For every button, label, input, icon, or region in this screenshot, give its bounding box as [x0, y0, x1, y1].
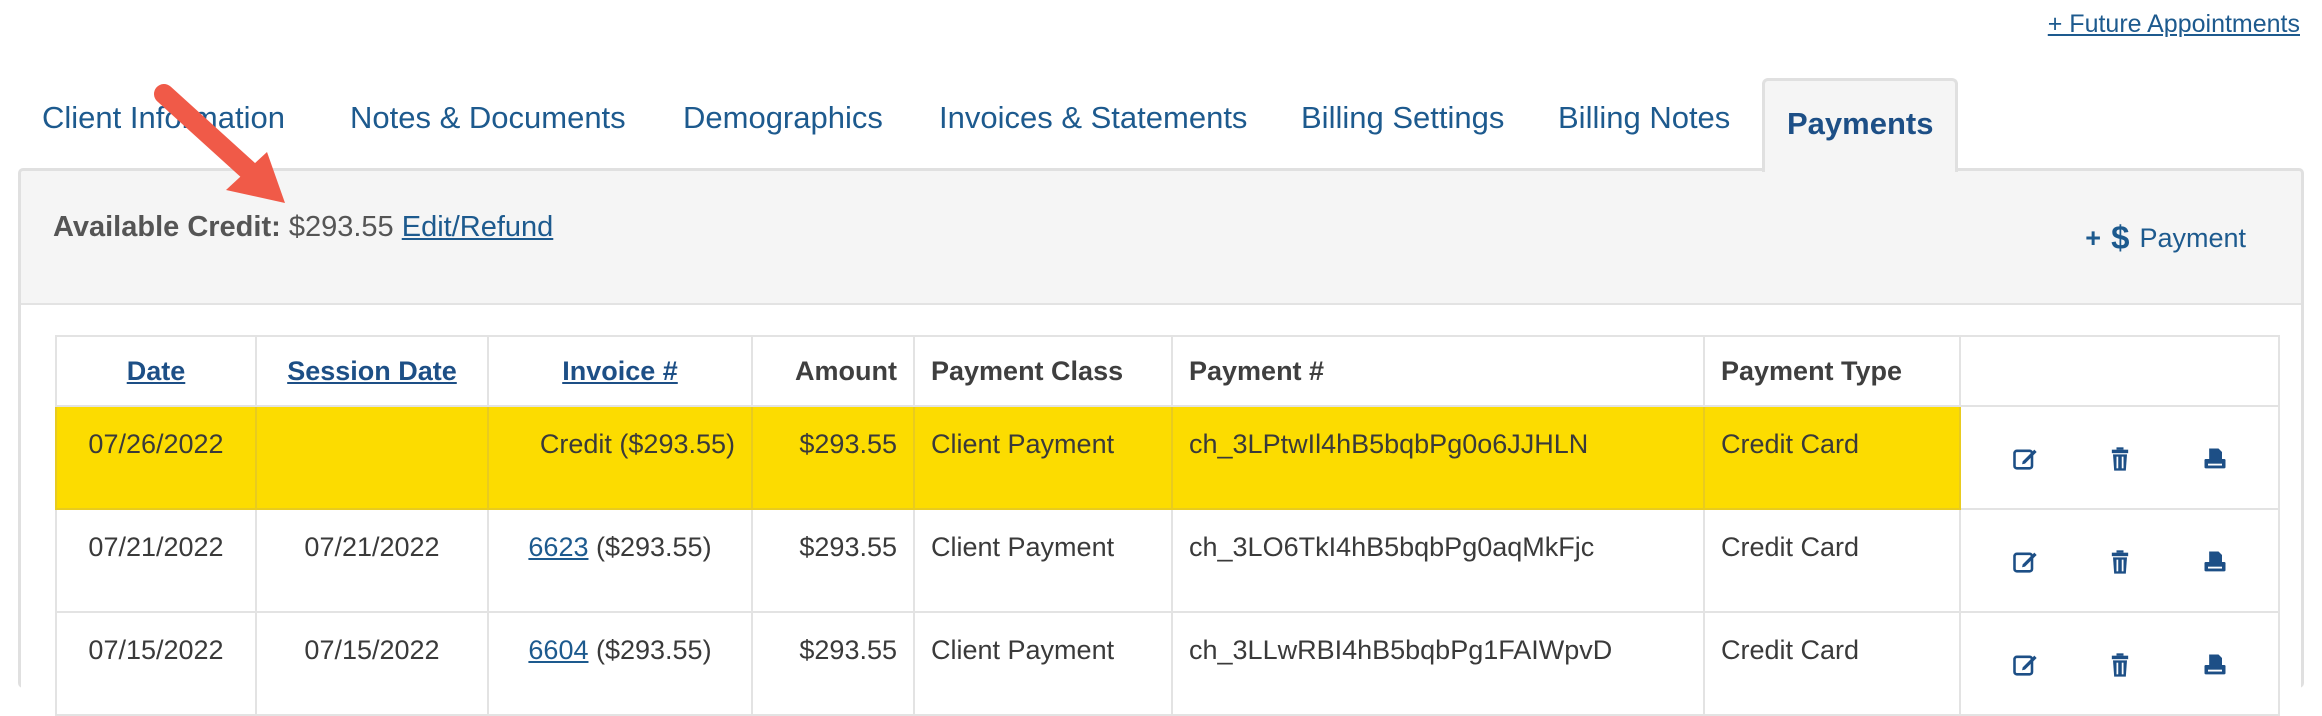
cell-payment-number: ch_3LPtwIl4hB5bqbPg0o6JJHLN	[1171, 405, 1705, 510]
payments-table: Date Session Date Invoice # Amount Payme…	[55, 335, 2280, 716]
cell-session-date	[255, 405, 489, 510]
print-icon[interactable]	[2197, 443, 2233, 475]
sort-invoice-link[interactable]: Invoice #	[562, 356, 678, 386]
sort-date-link[interactable]: Date	[127, 356, 186, 386]
column-header-payment-class: Payment Class	[913, 335, 1173, 407]
panel-header: Available Credit: $293.55 Edit/Refund + …	[21, 171, 2301, 305]
invoice-text: ($293.55)	[588, 532, 712, 562]
cell-invoice: 6604 ($293.55)	[487, 611, 753, 716]
tab-invoices-statements[interactable]: Invoices & Statements	[939, 96, 1247, 140]
invoice-link[interactable]: 6604	[528, 635, 588, 665]
cell-payment-type: Credit Card	[1703, 611, 1961, 716]
sort-session-date-link[interactable]: Session Date	[287, 356, 457, 386]
cell-actions	[1959, 405, 2280, 510]
print-icon[interactable]	[2197, 546, 2233, 578]
tab-billing-settings[interactable]: Billing Settings	[1301, 96, 1504, 140]
available-credit-label: Available Credit:	[53, 211, 281, 243]
edit-icon[interactable]	[2007, 546, 2043, 578]
add-payment-button[interactable]: + $ Payment	[2085, 219, 2246, 257]
cell-session-date: 07/15/2022	[255, 611, 489, 716]
cell-actions	[1959, 508, 2280, 613]
plus-icon: +	[2085, 222, 2102, 253]
future-appointments-label: + Future Appointments	[2047, 10, 2300, 38]
invoice-link[interactable]: 6623	[528, 532, 588, 562]
column-header-session-date: Session Date	[255, 335, 489, 407]
panel-body: Date Session Date Invoice # Amount Payme…	[21, 305, 2301, 716]
edit-icon[interactable]	[2007, 649, 2043, 681]
future-appointments-link[interactable]: + Future Appointments	[2048, 10, 2300, 39]
cell-payment-number: ch_3LLwRBI4hB5bqbPg1FAIWpvD	[1171, 611, 1705, 716]
table-header-row: Date Session Date Invoice # Amount Payme…	[55, 335, 2280, 407]
cell-actions	[1959, 611, 2280, 716]
trash-icon[interactable]	[2102, 443, 2138, 475]
column-header-invoice: Invoice #	[487, 335, 753, 407]
add-payment-label: Payment	[2139, 222, 2246, 253]
cell-payment-class: Client Payment	[913, 508, 1173, 613]
cell-session-date: 07/21/2022	[255, 508, 489, 613]
cell-payment-type: Credit Card	[1703, 405, 1961, 510]
trash-icon[interactable]	[2102, 546, 2138, 578]
column-header-actions	[1959, 335, 2280, 407]
tab-payments[interactable]: Payments	[1762, 78, 1959, 172]
column-header-date: Date	[55, 335, 257, 407]
tab-bar: Client Information Notes & Documents Dem…	[0, 78, 2322, 172]
table-row: 07/21/2022 07/21/2022 6623 ($293.55) $29…	[55, 508, 2280, 613]
invoice-text: Credit ($293.55)	[539, 429, 735, 459]
cell-amount: $293.55	[751, 508, 915, 613]
payments-panel: Available Credit: $293.55 Edit/Refund + …	[18, 168, 2304, 716]
table-row: 07/15/2022 07/15/2022 6604 ($293.55) $29…	[55, 611, 2280, 716]
available-credit: Available Credit: $293.55 Edit/Refund	[53, 211, 553, 244]
column-header-amount: Amount	[751, 335, 915, 407]
tab-demographics[interactable]: Demographics	[683, 96, 883, 140]
cell-amount: $293.55	[751, 405, 915, 510]
print-icon[interactable]	[2197, 649, 2233, 681]
column-header-payment-type: Payment Type	[1703, 335, 1961, 407]
cell-payment-type: Credit Card	[1703, 508, 1961, 613]
table-row: 07/26/2022 Credit ($293.55) $293.55 Clie…	[55, 405, 2280, 510]
invoice-text: ($293.55)	[588, 635, 712, 665]
edit-icon[interactable]	[2007, 443, 2043, 475]
tab-notes-documents[interactable]: Notes & Documents	[350, 96, 626, 140]
cell-payment-class: Client Payment	[913, 405, 1173, 510]
cell-invoice: Credit ($293.55)	[487, 405, 753, 510]
cell-date: 07/26/2022	[55, 405, 257, 510]
dollar-icon: $	[2111, 219, 2130, 256]
available-credit-amount: $293.55	[288, 211, 394, 243]
cell-amount: $293.55	[751, 611, 915, 716]
cell-invoice: 6623 ($293.55)	[487, 508, 753, 613]
column-header-payment-number: Payment #	[1171, 335, 1705, 407]
cell-payment-number: ch_3LO6TkI4hB5bqbPg0aqMkFjc	[1171, 508, 1705, 613]
trash-icon[interactable]	[2102, 649, 2138, 681]
tab-client-information[interactable]: Client Information	[42, 96, 285, 140]
edit-refund-link[interactable]: Edit/Refund	[402, 211, 554, 243]
cell-payment-class: Client Payment	[913, 611, 1173, 716]
cell-date: 07/15/2022	[55, 611, 257, 716]
cell-date: 07/21/2022	[55, 508, 257, 613]
tab-billing-notes[interactable]: Billing Notes	[1558, 96, 1730, 140]
